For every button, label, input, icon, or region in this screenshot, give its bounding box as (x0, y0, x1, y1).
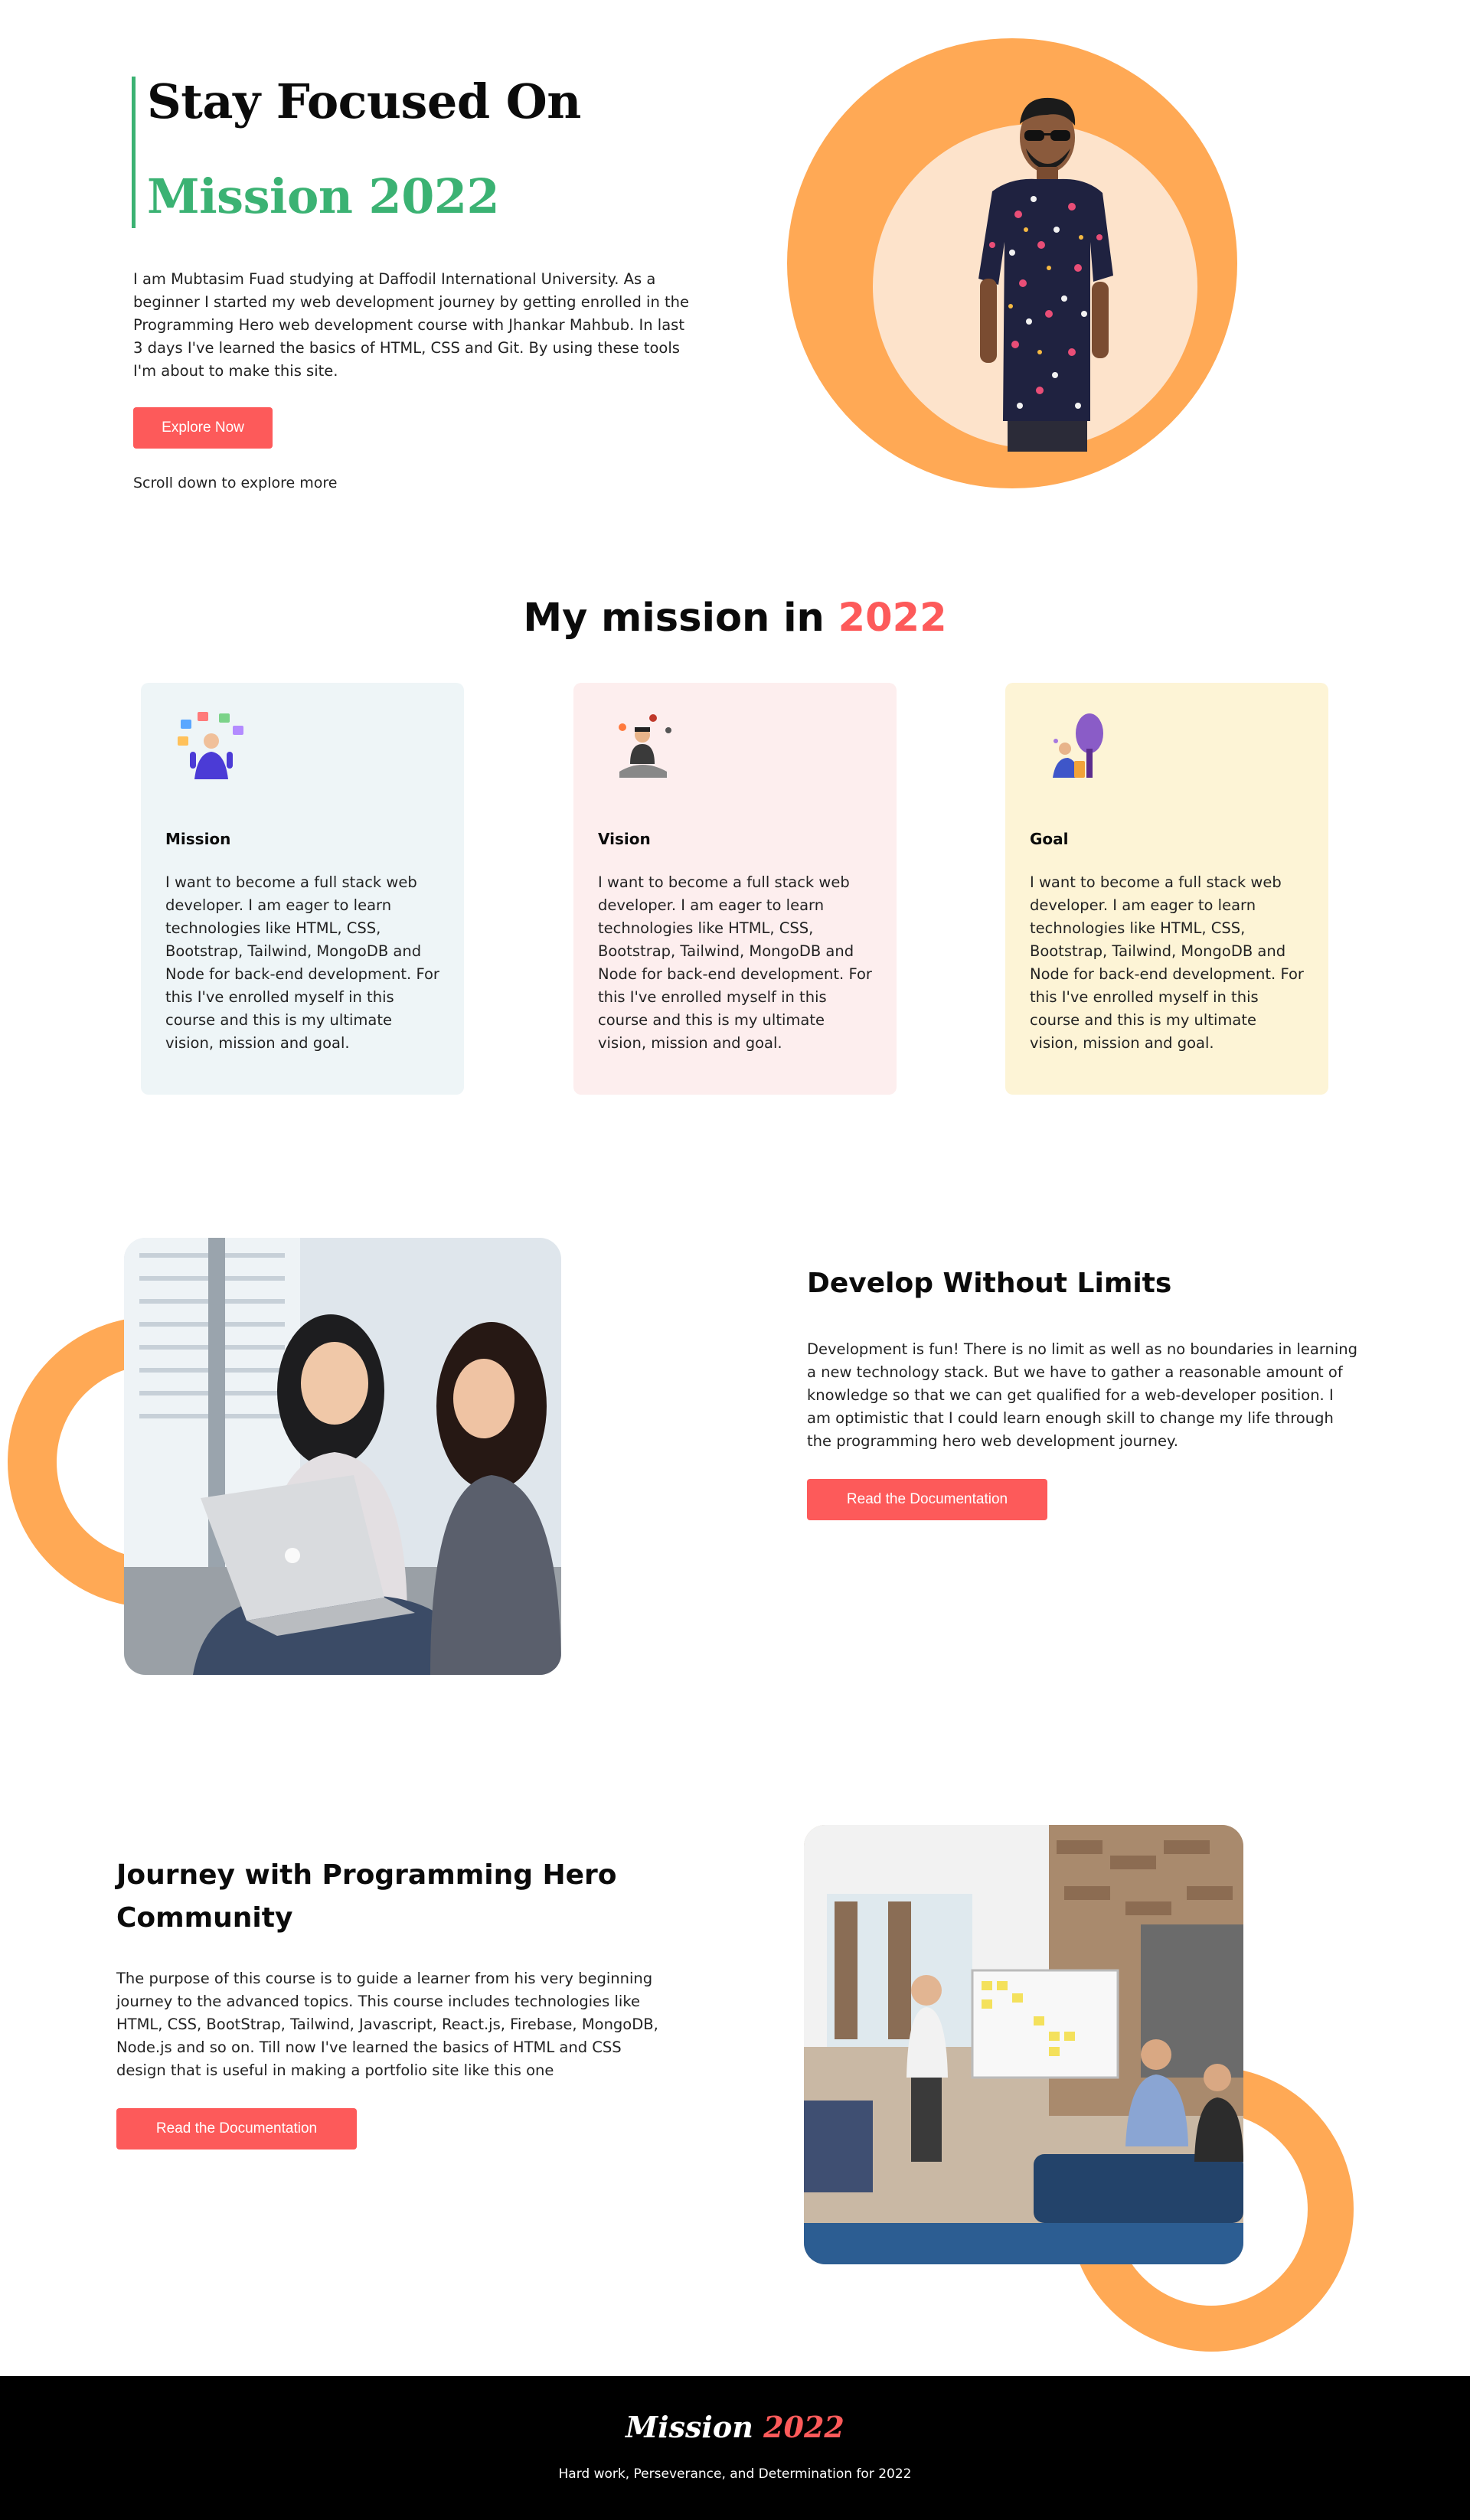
team-meeting-photo (804, 1825, 1243, 2264)
mission-heading-year: 2022 (838, 596, 947, 641)
vision-card: Vision I want to become a full stack web… (573, 683, 897, 1095)
develop-title: Develop Without Limits (807, 1268, 1172, 1299)
students-laptop-photo (124, 1238, 561, 1675)
journey-title: Journey with Programming Hero Community (116, 1859, 617, 1934)
hero-ring-clip (766, 528, 1271, 589)
mission-card: Mission I want to become a full stack we… (141, 683, 464, 1095)
goal-card-text: I want to become a full stack web develo… (1030, 873, 1304, 1052)
develop-description: Development is fun! There is no limit as… (807, 1340, 1358, 1450)
profile-photo (978, 97, 1113, 452)
footer-logo-text: Mission (626, 2410, 764, 2444)
hero-description: I am Mubtasim Fuad studying at Daffodil … (133, 270, 690, 380)
footer-logo: Mission 2022 (0, 2410, 1470, 2444)
mission-heading-prefix: My mission in (523, 596, 838, 641)
goal-card: Goal I want to become a full stack web d… (1005, 683, 1328, 1095)
footer (0, 2376, 1470, 2520)
mission-card-text: I want to become a full stack web develo… (165, 873, 439, 1052)
goal-card-title: Goal (1030, 830, 1069, 848)
hero-title: Stay Focused On (147, 73, 581, 129)
journey-read-docs-button[interactable]: Read the Documentation (116, 2108, 357, 2150)
footer-tagline: Hard work, Perseverance, and Determinati… (558, 2466, 912, 2482)
mission-heading: My mission in 2022 (0, 596, 1470, 641)
vision-card-title: Vision (598, 830, 651, 848)
hero-accent-bar (132, 77, 136, 228)
vision-card-text: I want to become a full stack web develo… (598, 873, 872, 1052)
explore-now-button[interactable]: Explore Now (133, 407, 273, 449)
develop-read-docs-button[interactable]: Read the Documentation (807, 1479, 1047, 1520)
person-under-tree-icon (1053, 713, 1103, 778)
meditating-person-icon (619, 714, 671, 778)
footer-logo-year: 2022 (763, 2410, 844, 2444)
mission-card-title: Mission (165, 830, 231, 848)
juggling-person-icon (178, 712, 243, 779)
hero-title-highlight: Mission 2022 (147, 168, 500, 224)
scroll-hint: Scroll down to explore more (133, 475, 338, 491)
journey-description: The purpose of this course is to guide a… (116, 1970, 658, 2079)
